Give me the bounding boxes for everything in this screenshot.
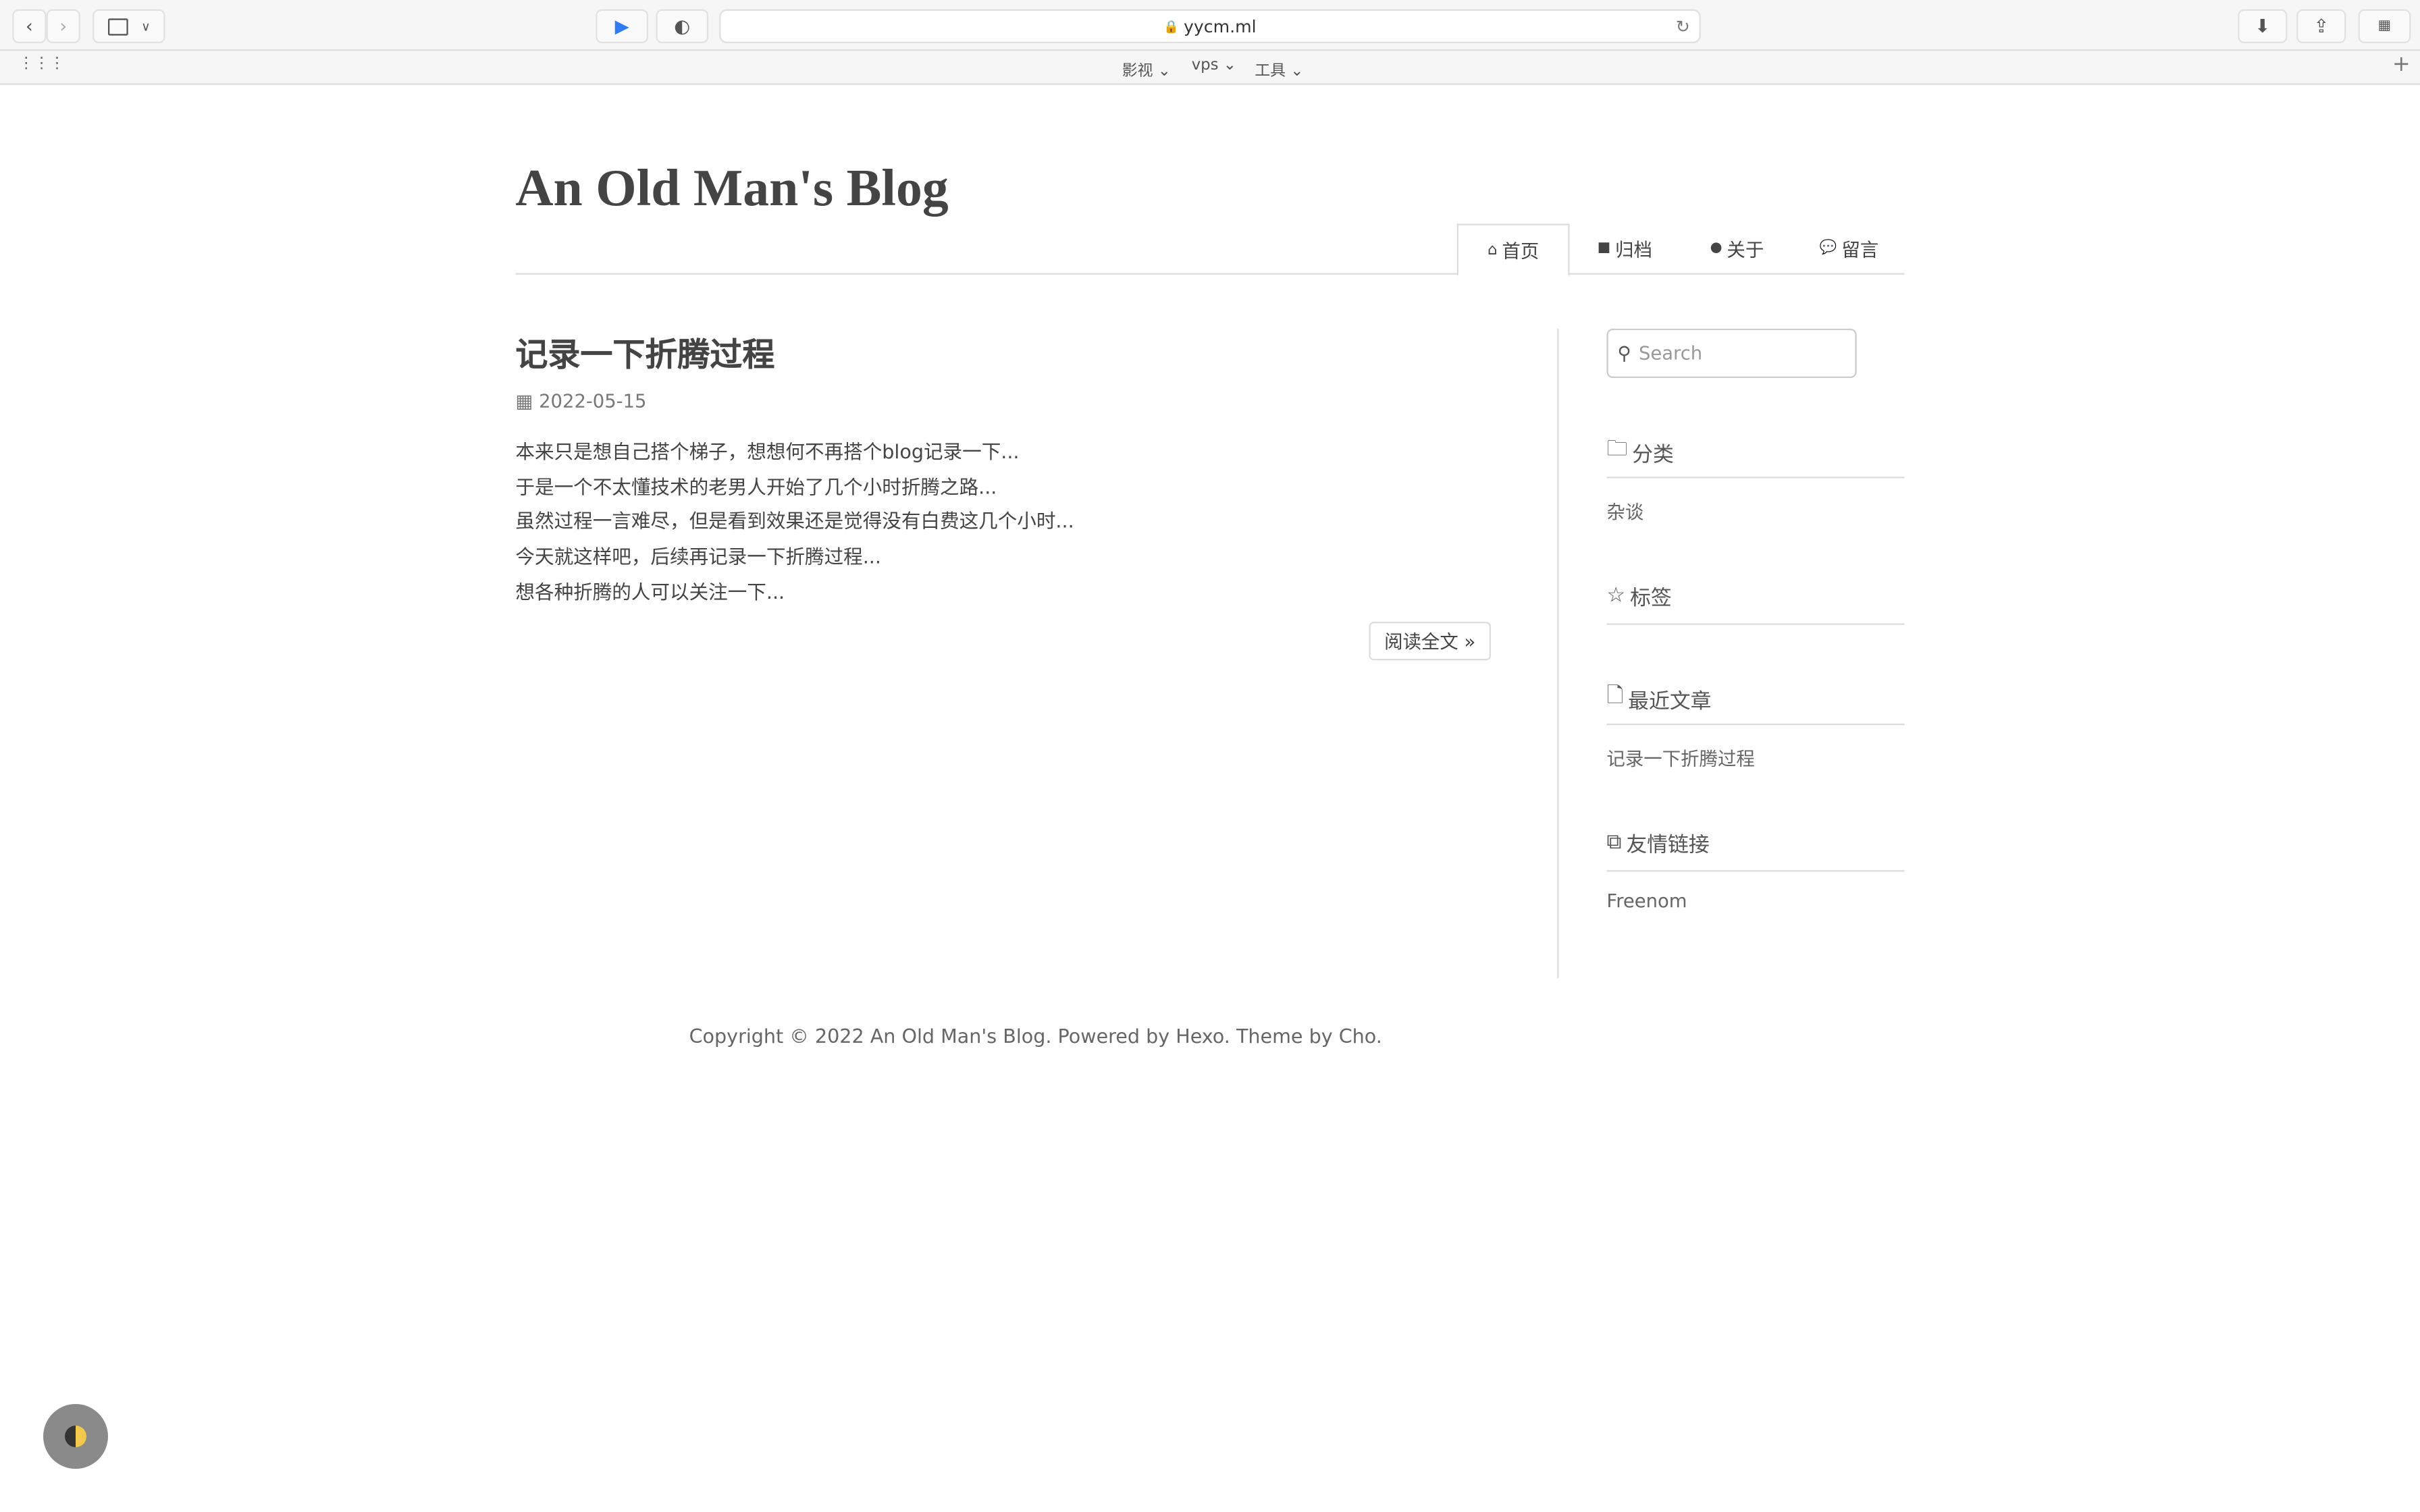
url-text: yycm.ml <box>1184 16 1257 36</box>
excerpt-line: 虽然过程一言难尽，但是看到效果还是觉得没有白费这几个小时... <box>515 510 1074 533</box>
file-icon: 🗋 <box>1606 683 1624 709</box>
category-link[interactable]: 杂谈 <box>1606 498 1643 524</box>
chevron-down-icon: ∨ <box>141 19 151 34</box>
tab-home[interactable]: ⌂ 首页 <box>1456 223 1570 277</box>
chevron-left-icon: ‹ <box>25 15 33 37</box>
share-icon: ⇪ <box>2313 15 2330 37</box>
categories-heading: 🗀 分类 <box>1606 433 1673 469</box>
friend-link[interactable]: Freenom <box>1606 890 1687 912</box>
download-icon: ⬇ <box>2255 15 2271 37</box>
home-icon: ⌂ <box>1487 241 1498 259</box>
browser-toolbar: ‹ › ∨ ▶ ◐ 🔒 yycm.ml ↻ ⬇ ⇪ ▦ <box>0 0 2420 51</box>
read-more-button[interactable]: 阅读全文 » <box>1369 622 1491 661</box>
lock-icon: 🔒 <box>1163 19 1180 34</box>
sidebar-icon <box>107 18 128 35</box>
apps-grid-icon[interactable]: ⋮⋮⋮ <box>18 55 65 72</box>
forward-button[interactable]: › <box>46 9 80 43</box>
excerpt-line: 想各种折腾的人可以关注一下... <box>515 579 785 603</box>
post-title[interactable]: 记录一下折腾过程 <box>515 330 774 377</box>
shield-icon: ◐ <box>674 15 691 37</box>
search-input[interactable]: ⚲ Search <box>1606 328 1857 378</box>
content-divider <box>1557 328 1559 979</box>
address-bar[interactable]: 🔒 yycm.ml ↻ <box>719 9 1701 43</box>
bookmark-folder[interactable]: 影视 ⌄ <box>1122 57 1171 80</box>
plus-icon[interactable]: + <box>2392 53 2411 78</box>
divider <box>1606 477 1905 479</box>
tab-overview-button[interactable]: ▦ <box>2358 9 2411 43</box>
downloads-button[interactable]: ⬇ <box>2238 9 2288 43</box>
chevron-right-icon: › <box>59 15 68 37</box>
archive-icon: ■ <box>1597 240 1611 256</box>
folder-icon: 🗀 <box>1606 436 1628 462</box>
user-icon: ● <box>1710 240 1722 256</box>
tab-guestbook[interactable]: 💬 留言 <box>1820 223 1878 273</box>
divider <box>1606 870 1905 872</box>
post-date: ▦ 2022-05-15 <box>515 390 647 412</box>
site-title[interactable]: An Old Man's Blog <box>515 161 948 219</box>
reader-button[interactable]: ▶ <box>596 9 648 43</box>
post-excerpt: 本来只是想自己搭个梯子，想想何不再搭个blog记录一下... 于是一个不太懂技术… <box>515 435 1074 610</box>
privacy-button[interactable]: ◐ <box>656 9 709 43</box>
excerpt-line: 本来只是想自己搭个梯子，想想何不再搭个blog记录一下... <box>515 439 1020 463</box>
half-moon-icon <box>64 1425 86 1447</box>
divider <box>1606 723 1905 726</box>
comments-icon: 💬 <box>1819 240 1837 256</box>
tags-heading: ☆ 标签 <box>1606 583 1672 612</box>
theme-toggle-button[interactable] <box>43 1403 108 1469</box>
recent-posts-heading: 🗋 最近文章 <box>1606 680 1711 716</box>
tab-about[interactable]: ● 关于 <box>1710 223 1764 273</box>
back-button[interactable]: ‹ <box>12 9 47 43</box>
search-icon: ⚲ <box>1617 342 1631 364</box>
tab-archive[interactable]: ■ 归档 <box>1598 223 1652 273</box>
share-button[interactable]: ⇪ <box>2296 9 2346 43</box>
external-link-icon: ⧉ <box>1606 830 1622 855</box>
reload-icon[interactable]: ↻ <box>1676 16 1690 36</box>
bookmark-folder[interactable]: vps ⌄ <box>1192 57 1236 74</box>
footer: Copyright © 2022 An Old Man's Blog. Powe… <box>689 1024 1382 1048</box>
excerpt-line: 今天就这样吧，后续再记录一下折腾过程... <box>515 545 881 568</box>
recent-post-link[interactable]: 记录一下折腾过程 <box>1606 745 1754 772</box>
grid-icon: ▦ <box>2377 18 2392 34</box>
calendar-icon: ▦ <box>515 390 533 412</box>
star-icon: ☆ <box>1606 583 1626 608</box>
excerpt-line: 于是一个不太懂技术的老男人开始了几个小时折腾之路... <box>515 475 997 498</box>
bookmark-folder[interactable]: 工具 ⌄ <box>1255 57 1303 80</box>
divider <box>1606 623 1905 625</box>
play-icon: ▶ <box>614 15 629 37</box>
nav-divider <box>515 273 1905 275</box>
links-heading: ⧉ 友情链接 <box>1606 830 1710 858</box>
sidebar-toggle-button[interactable]: ∨ <box>93 9 165 43</box>
